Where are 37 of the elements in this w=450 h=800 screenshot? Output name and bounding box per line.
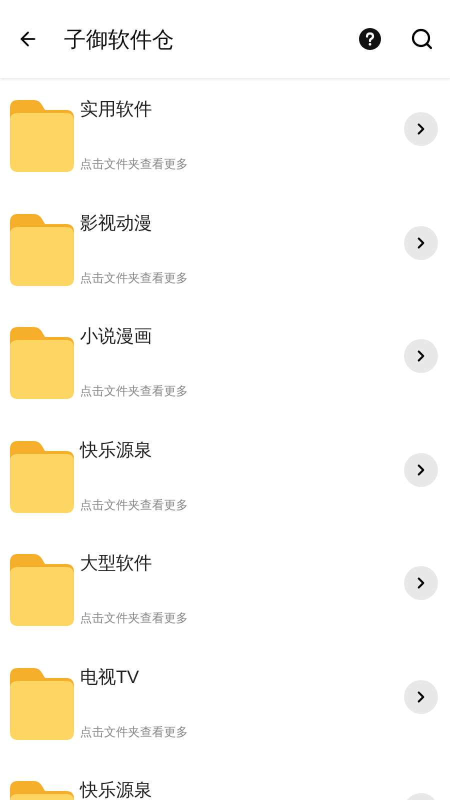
open-folder-button[interactable]	[404, 339, 438, 373]
folder-icon	[10, 554, 74, 626]
open-folder-button[interactable]	[404, 112, 438, 146]
folder-icon	[10, 214, 74, 286]
open-folder-button[interactable]	[404, 452, 438, 486]
folder-icon	[10, 100, 74, 172]
folder-row[interactable]: 大型软件 点击文件夹查看更多	[0, 554, 450, 668]
folder-row[interactable]: 实用软件 点击文件夹查看更多	[0, 100, 450, 214]
folder-hint: 点击文件夹查看更多	[80, 272, 188, 284]
folder-row[interactable]: 小说漫画 点击文件夹查看更多	[0, 327, 450, 440]
folder-hint: 点击文件夹查看更多	[80, 158, 188, 170]
open-folder-button[interactable]	[404, 566, 438, 600]
search-button[interactable]	[410, 27, 434, 51]
folder-hint: 点击文件夹查看更多	[80, 385, 188, 397]
folder-row[interactable]: 快乐源泉	[0, 781, 450, 800]
folder-name: 快乐源泉	[80, 781, 152, 799]
folder-name: 影视动漫	[80, 214, 152, 232]
help-icon	[358, 27, 382, 51]
folder-icon	[10, 327, 74, 399]
folder-name: 大型软件	[80, 554, 152, 572]
page-title: 子御软件仓	[64, 26, 174, 54]
folder-row[interactable]: 快乐源泉 点击文件夹查看更多	[0, 440, 450, 554]
help-button[interactable]	[358, 27, 382, 51]
folder-hint: 点击文件夹查看更多	[80, 726, 188, 738]
open-folder-button[interactable]	[404, 226, 438, 260]
folder-name: 快乐源泉	[80, 440, 152, 458]
folder-hint: 点击文件夹查看更多	[80, 612, 188, 624]
folder-row[interactable]: 影视动漫 点击文件夹查看更多	[0, 214, 450, 327]
folder-hint: 点击文件夹查看更多	[80, 498, 188, 510]
folder-icon	[10, 440, 74, 512]
folder-name: 实用软件	[80, 100, 152, 118]
folder-name: 电视TV	[80, 668, 140, 686]
folder-icon	[10, 668, 74, 740]
folder-row[interactable]: 电视TV 点击文件夹查看更多	[0, 668, 450, 781]
open-folder-button[interactable]	[404, 680, 438, 714]
search-icon	[410, 27, 434, 51]
folder-name: 小说漫画	[80, 327, 152, 345]
